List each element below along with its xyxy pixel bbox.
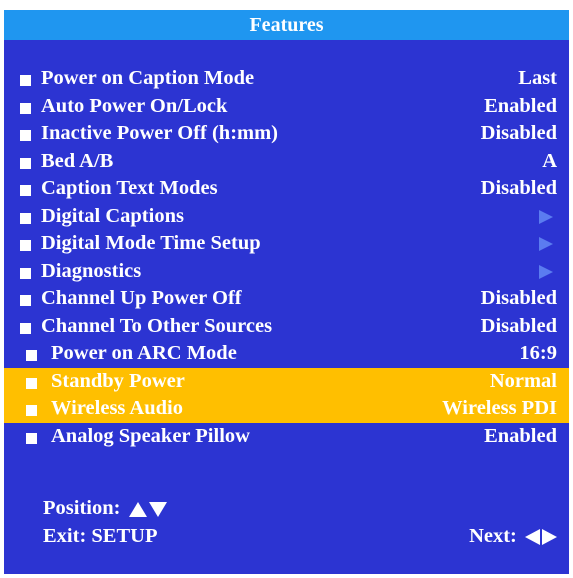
bullet-icon (26, 423, 38, 451)
menu-item-channel-to-other-sources[interactable]: Channel To Other Sources Disabled (4, 313, 569, 341)
bullet-icon (20, 313, 32, 341)
menu-item-power-on-caption-mode[interactable]: Power on Caption Mode Last (4, 65, 569, 93)
menu-item-channel-up-power-off[interactable]: Channel Up Power Off Disabled (4, 285, 569, 313)
exit-hint: Exit: SETUP (43, 525, 158, 547)
bullet-icon (26, 395, 38, 423)
bullet-icon (20, 203, 32, 231)
menu-footer: Position: Exit: SETUP Next: (4, 473, 569, 574)
menu-item-wireless-audio[interactable]: Wireless Audio Wireless PDI (4, 395, 569, 423)
down-arrow-icon (148, 501, 167, 517)
bullet-icon (20, 230, 32, 258)
menu-item-label: Channel Up Power Off (41, 287, 242, 309)
menu-item-value: Wireless PDI (442, 397, 557, 419)
menu-item-inactive-power-off[interactable]: Inactive Power Off (h:mm) Disabled (4, 120, 569, 148)
menu-item-digital-mode-time-setup[interactable]: Digital Mode Time Setup (4, 230, 569, 258)
bullet-icon (20, 120, 32, 148)
menu-item-power-on-arc-mode[interactable]: Power on ARC Mode 16:9 (4, 340, 569, 368)
bullet-icon (26, 340, 38, 368)
menu-item-label: Auto Power On/Lock (41, 94, 228, 117)
bullet-icon (20, 65, 32, 93)
position-hint: Position: (43, 497, 167, 520)
features-menu-screen: Features Power on Caption Mode Last Auto… (4, 4, 569, 574)
bullet-icon (20, 148, 32, 176)
menu-item-value: A (542, 149, 557, 172)
right-arrow-icon (542, 529, 557, 546)
menu-title: Features (4, 10, 569, 40)
menu-item-value: Disabled (480, 287, 557, 309)
menu-panel: Power on Caption Mode Last Auto Power On… (4, 40, 569, 473)
menu-item-label: Caption Text Modes (41, 177, 218, 199)
menu-item-label: Channel To Other Sources (41, 314, 273, 337)
menu-item-label: Standby Power (51, 369, 185, 392)
menu-item-label: Power on Caption Mode (41, 67, 255, 89)
menu-item-value: Disabled (480, 122, 557, 144)
next-hint: Next: (469, 525, 557, 548)
menu-item-value: Enabled (484, 94, 557, 117)
menu-item-diagnostics[interactable]: Diagnostics (4, 258, 569, 286)
menu-item-caption-text-modes[interactable]: Caption Text Modes Disabled (4, 175, 569, 203)
menu-item-label: Inactive Power Off (h:mm) (41, 122, 279, 144)
menu-item-auto-power-on-lock[interactable]: Auto Power On/Lock Enabled (4, 93, 569, 121)
up-arrow-icon (128, 501, 147, 517)
menu-item-standby-power[interactable]: Standby Power Normal (4, 367, 569, 396)
bullet-icon (20, 175, 32, 203)
menu-item-value: Disabled (480, 177, 557, 199)
menu-item-bed-ab[interactable]: Bed A/B A (4, 148, 569, 176)
menu-item-label: Wireless Audio (51, 397, 183, 419)
right-arrow-icon (539, 237, 553, 251)
menu-item-value: Last (518, 67, 557, 89)
bullet-icon (20, 258, 32, 286)
bullet-icon (20, 93, 32, 121)
menu-item-label: Power on ARC Mode (51, 342, 237, 364)
right-arrow-icon (539, 264, 553, 279)
menu-item-value: 16:9 (519, 342, 557, 364)
menu-item-label: Digital Mode Time Setup (41, 232, 261, 254)
menu-item-digital-captions[interactable]: Digital Captions (4, 203, 569, 231)
menu-item-value: Disabled (480, 314, 557, 337)
menu-item-value: Enabled (484, 424, 557, 447)
menu-item-label: Analog Speaker Pillow (51, 424, 250, 447)
right-arrow-icon (539, 209, 553, 224)
position-label: Position: (43, 497, 121, 519)
bullet-icon (20, 285, 32, 313)
next-label: Next: (469, 525, 517, 547)
menu-item-value: Normal (489, 369, 557, 392)
menu-list: Power on Caption Mode Last Auto Power On… (4, 65, 569, 450)
menu-item-label: Diagnostics (41, 259, 142, 282)
left-arrow-icon (525, 529, 540, 546)
menu-item-analog-speaker-pillow[interactable]: Analog Speaker Pillow Enabled (4, 423, 569, 451)
bullet-icon (26, 368, 38, 396)
menu-item-label: Bed A/B (41, 149, 114, 172)
menu-item-label: Digital Captions (41, 204, 184, 227)
